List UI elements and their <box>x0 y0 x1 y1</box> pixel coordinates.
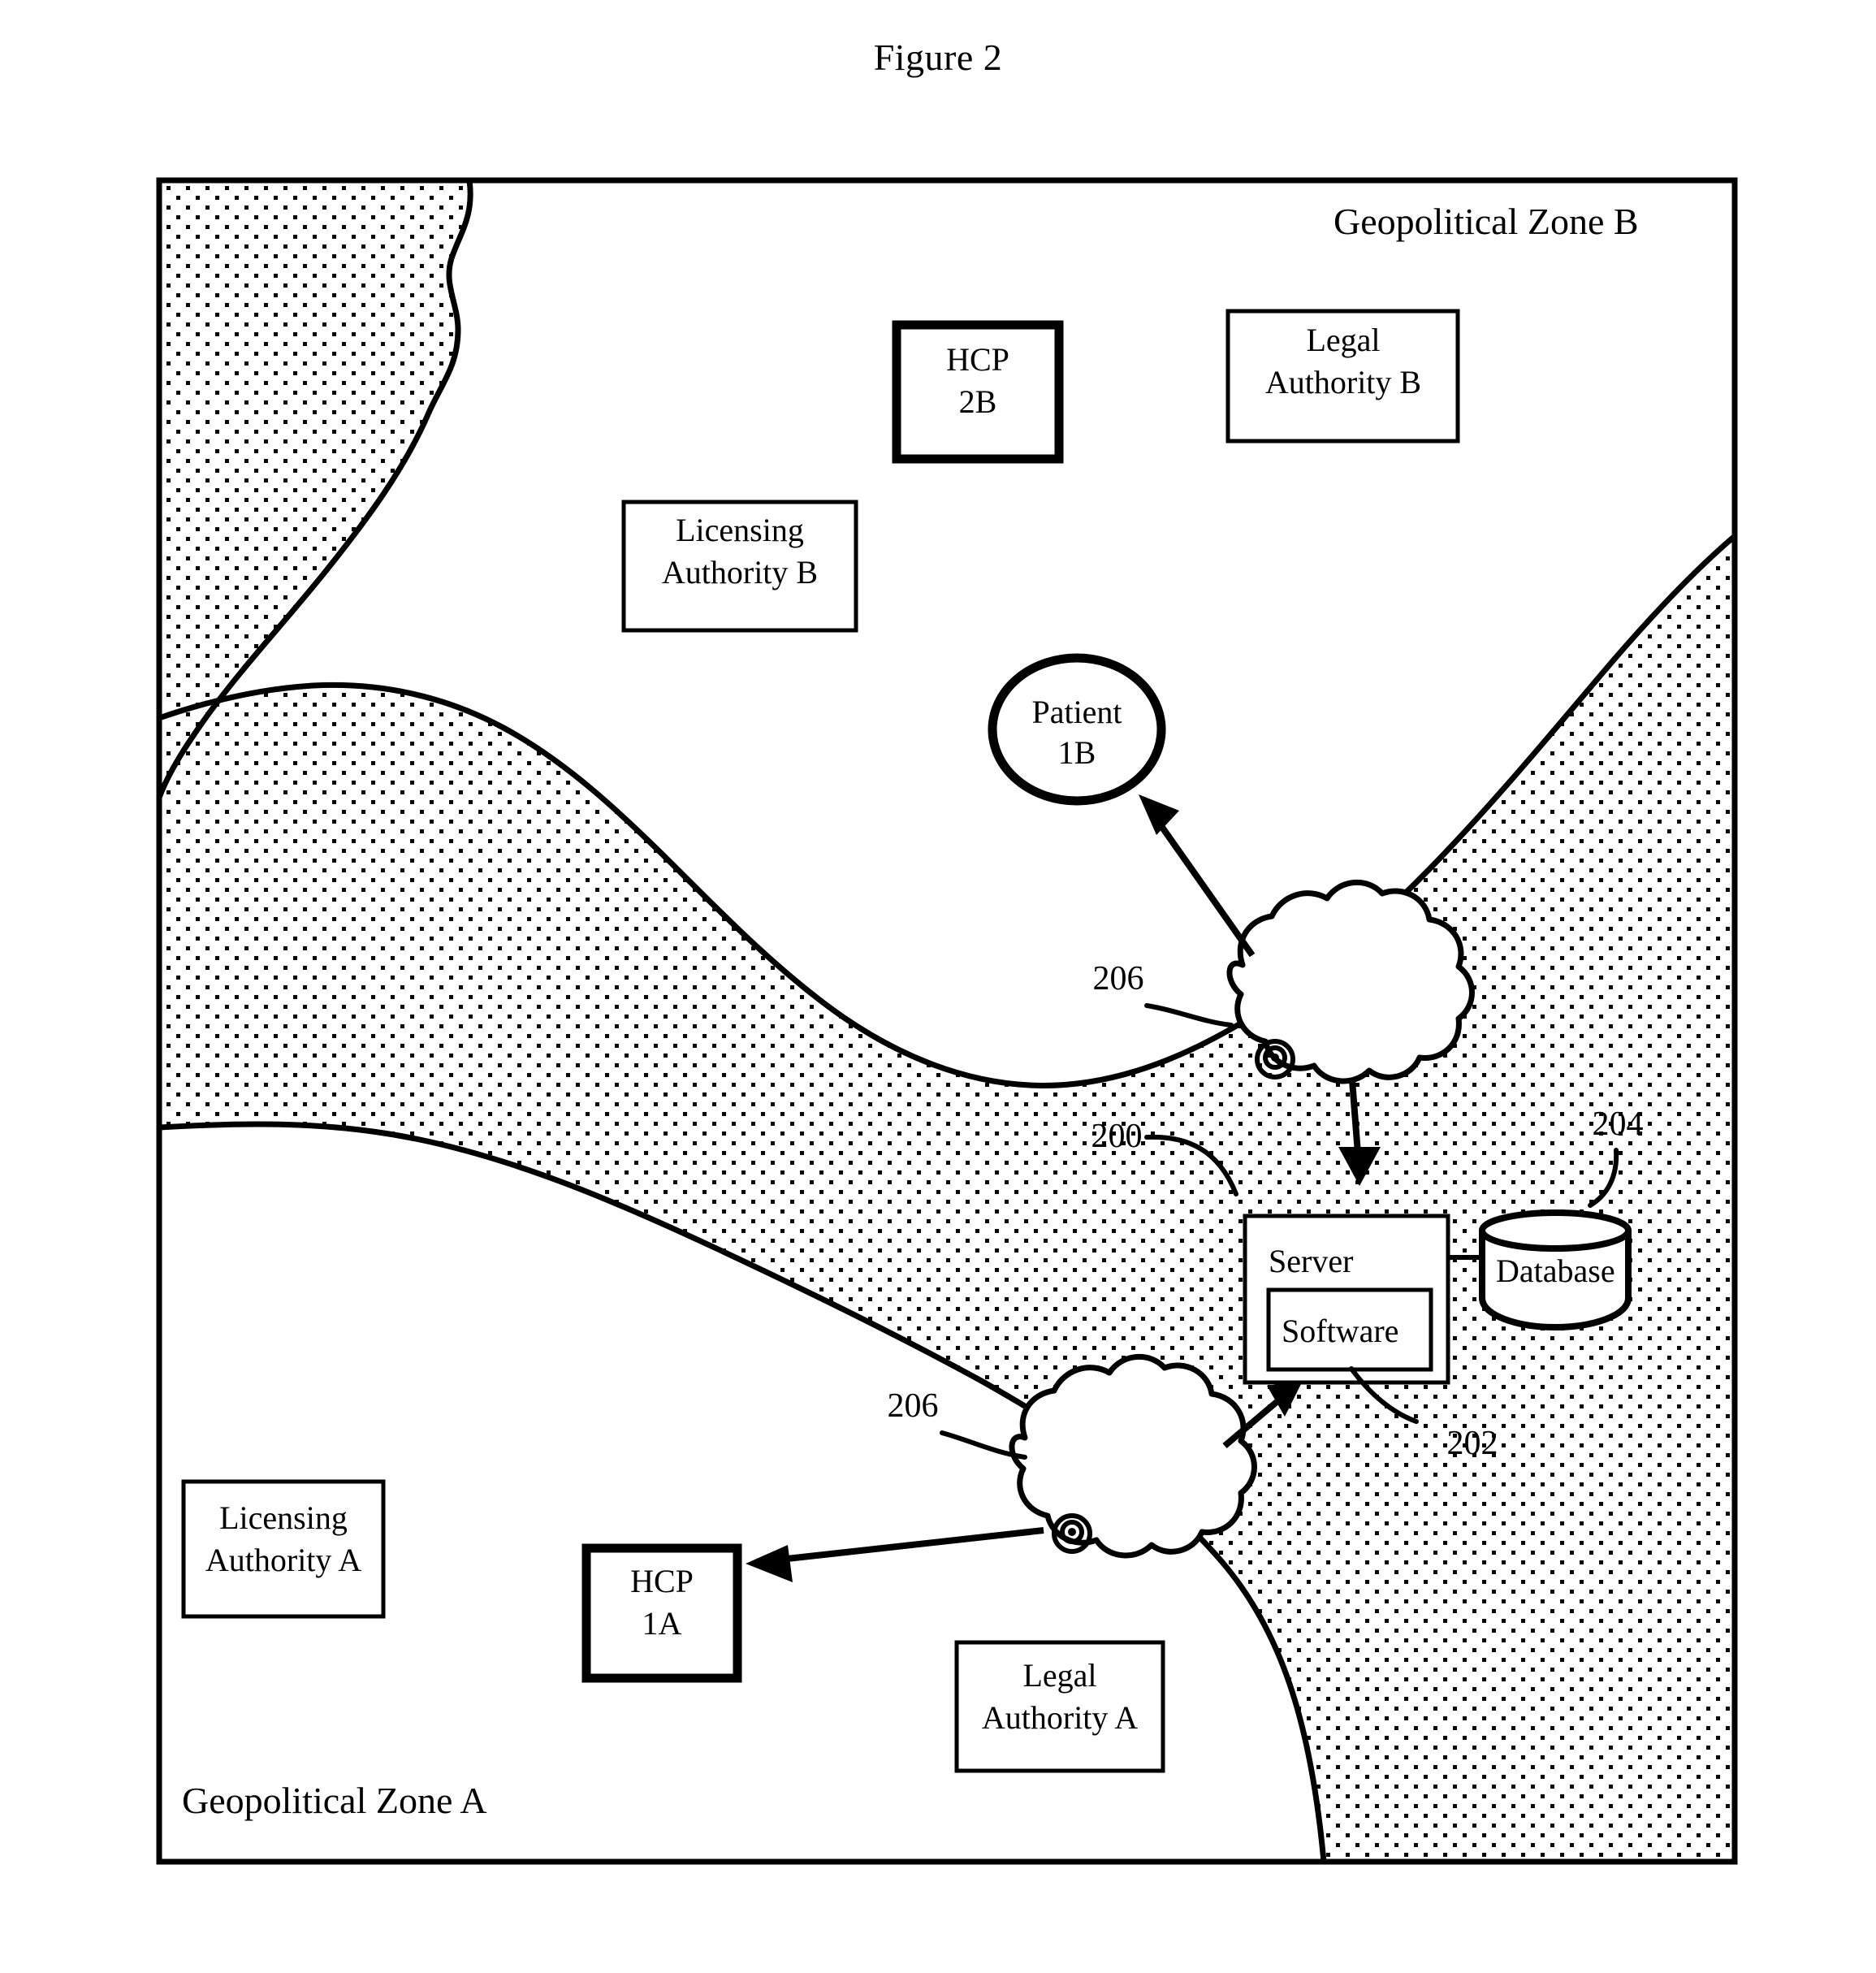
figure-page: Figure 2 Geopolitical Zone B Geopolitica… <box>0 0 1876 1973</box>
node-hcp-2b[interactable]: HCP 2B <box>892 320 1064 464</box>
node-server[interactable]: Server Software <box>1243 1214 1450 1385</box>
patient-1b-line1: Patient <box>1031 694 1122 730</box>
figure-diagram: Geopolitical Zone B Geopolitical Zone A … <box>156 177 1738 1865</box>
zone-b-label: Geopolitical Zone B <box>1334 201 1639 242</box>
node-database[interactable]: Database <box>1479 1209 1632 1330</box>
hcp-2b-line1: HCP <box>946 341 1009 378</box>
hcp-1a-line1: HCP <box>630 1563 694 1599</box>
database-label: Database <box>1496 1253 1615 1289</box>
zone-a-label: Geopolitical Zone A <box>182 1780 487 1821</box>
ref-206-upper: 206 <box>1093 960 1144 997</box>
legal-authority-a-line2: Authority A <box>982 1699 1138 1736</box>
node-licensing-authority-b[interactable]: Licensing Authority B <box>621 500 858 633</box>
legal-authority-b-line1: Legal <box>1306 322 1380 358</box>
node-licensing-authority-a[interactable]: Licensing Authority A <box>181 1479 386 1619</box>
hcp-1a-line2: 1A <box>642 1605 682 1642</box>
software-label: Software <box>1282 1313 1398 1349</box>
ref-200: 200 <box>1091 1118 1143 1155</box>
node-patient-1b[interactable]: Patient 1B <box>988 653 1166 806</box>
licensing-authority-b-line1: Licensing <box>676 512 804 548</box>
licensing-authority-a-line2: Authority A <box>205 1542 361 1578</box>
legal-authority-a-line1: Legal <box>1022 1657 1096 1694</box>
licensing-authority-b-line2: Authority B <box>662 554 818 591</box>
ref-206-lower: 206 <box>888 1387 939 1425</box>
server-label: Server <box>1269 1243 1353 1279</box>
hcp-2b-line2: 2B <box>959 383 997 420</box>
node-legal-authority-b[interactable]: Legal Authority B <box>1225 309 1460 443</box>
patient-1b-line2: 1B <box>1058 734 1096 771</box>
node-legal-authority-a[interactable]: Legal Authority A <box>954 1640 1165 1773</box>
legal-authority-b-line2: Authority B <box>1265 364 1421 400</box>
ref-204: 204 <box>1593 1105 1644 1143</box>
licensing-authority-a-line1: Licensing <box>219 1499 348 1536</box>
node-hcp-1a[interactable]: HCP 1A <box>581 1543 742 1683</box>
node-software[interactable]: Software <box>1266 1287 1433 1372</box>
ref-202: 202 <box>1447 1425 1498 1462</box>
